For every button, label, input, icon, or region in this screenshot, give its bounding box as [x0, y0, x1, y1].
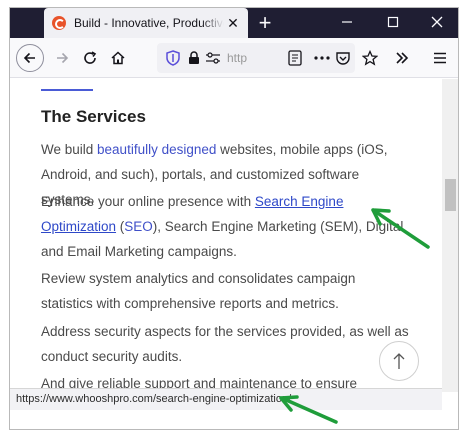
arrow-to-status-url [279, 395, 338, 424]
arrow-to-seo-link [371, 208, 430, 249]
annotation-arrows [279, 208, 430, 424]
